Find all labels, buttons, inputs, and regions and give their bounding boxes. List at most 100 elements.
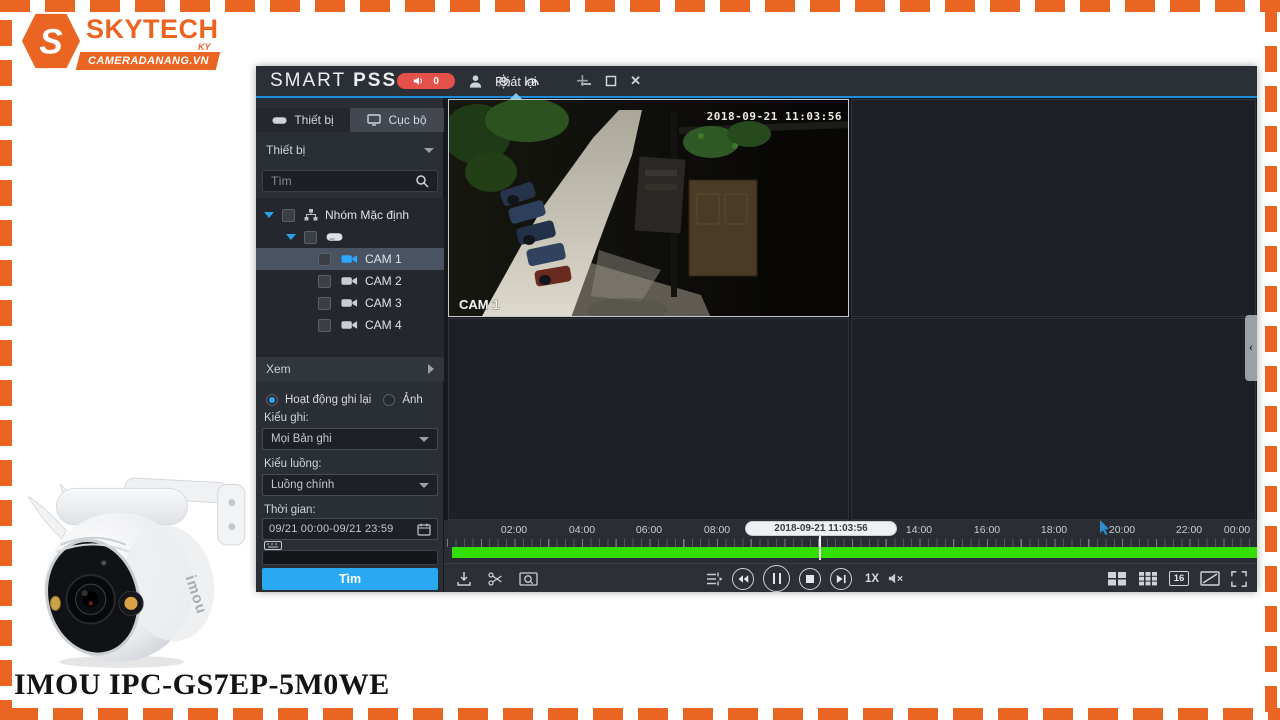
tree-group-row[interactable]: Nhóm Mặc định xyxy=(256,204,444,226)
record-type-select[interactable]: Mọi Bản ghi xyxy=(262,428,438,450)
search-icon[interactable] xyxy=(415,174,429,188)
titlebar: SMART PSS 0 ✕ xyxy=(256,66,1257,98)
search-input[interactable]: Tìm xyxy=(262,170,438,192)
clip-scissors-icon[interactable] xyxy=(487,571,504,587)
timeline-label: 00:00 xyxy=(1223,524,1251,536)
device-icon xyxy=(272,116,287,124)
timeline-recorded-bar[interactable] xyxy=(452,547,1257,558)
zoom-region-icon[interactable] xyxy=(519,571,538,587)
keyboard-icon[interactable] xyxy=(264,541,282,550)
group-icon xyxy=(304,209,318,221)
skytech-hexagon-icon: S xyxy=(21,13,81,69)
chevron-down-icon xyxy=(419,482,429,488)
camera-icon xyxy=(341,299,358,307)
tab-local[interactable]: Cục bộ xyxy=(350,108,444,132)
tree-camera-row[interactable]: CAM 3 xyxy=(256,292,444,314)
radio-record[interactable] xyxy=(266,394,278,406)
camera-bracket-plate xyxy=(217,483,246,546)
checkbox[interactable] xyxy=(282,208,295,222)
page-border-bottom xyxy=(0,708,1280,720)
product-title: IMOU IPC-GS7EP-5M0WE xyxy=(14,668,390,701)
device-tree: Nhóm Mặc định CAM 1 CAM 2 CAM 3 CAM 4 xyxy=(256,198,444,378)
monitor-icon xyxy=(367,114,382,126)
chevron-down-icon xyxy=(419,436,429,442)
camera-icon xyxy=(341,321,358,329)
tab-device[interactable]: Thiết bị xyxy=(256,108,350,132)
video-pane-empty[interactable] xyxy=(448,318,849,520)
time-range-input[interactable]: 09/21 00:00-09/21 23:59 xyxy=(262,518,438,540)
tree-camera-row[interactable]: CAM 1 xyxy=(256,248,444,270)
calendar-icon[interactable] xyxy=(417,523,431,536)
timeline-label: 02:00 xyxy=(500,524,528,536)
skytech-logo: S SKYTECH KY CAMERADANANG.VN xyxy=(20,8,221,78)
video-pane-empty[interactable] xyxy=(851,318,1256,520)
timeline-label: 04:00 xyxy=(568,524,596,536)
stop-button[interactable] xyxy=(799,567,821,590)
chevron-down-icon xyxy=(424,147,434,153)
alarm-count: 0 xyxy=(433,75,439,87)
video-osd-timestamp: 2018-09-21 11:03:56 xyxy=(707,110,842,123)
device-icon xyxy=(326,233,343,241)
checkbox[interactable] xyxy=(318,296,331,310)
tree-camera-row[interactable]: CAM 2 xyxy=(256,270,444,292)
device-select[interactable]: Thiết bị xyxy=(256,138,444,162)
chevron-right-icon xyxy=(428,364,434,374)
timeline-label: 22:00 xyxy=(1175,524,1203,536)
logo-brand: SKYTECH xyxy=(86,14,219,44)
playlist-icon[interactable] xyxy=(706,572,723,586)
timeline-ruler xyxy=(447,539,1255,547)
playback-controls: 1X 16 xyxy=(444,563,1257,592)
checkbox[interactable] xyxy=(318,274,331,288)
rewind-button[interactable] xyxy=(732,567,754,590)
chevron-down-icon[interactable] xyxy=(286,234,296,240)
grid-16-button[interactable]: 16 xyxy=(1169,571,1189,586)
alarm-badge[interactable]: 0 xyxy=(397,73,456,89)
checkbox[interactable] xyxy=(304,230,317,244)
timeline-label: 14:00 xyxy=(905,524,933,536)
step-forward-button[interactable] xyxy=(830,567,852,590)
app-logo: SMART PSS xyxy=(270,70,398,91)
stream-type-label: Kiểu luồng: xyxy=(264,458,322,470)
stream-type-select[interactable]: Luồng chính xyxy=(262,474,438,496)
tree-camera-row[interactable]: CAM 4 xyxy=(256,314,444,336)
main-area: 2018-09-21 11:03:56 CAM 1 ‹ 02:00 04:00 … xyxy=(444,98,1257,592)
maximize-icon[interactable] xyxy=(605,75,617,87)
camera-icon xyxy=(341,277,358,285)
radio-picture[interactable] xyxy=(383,394,396,406)
camera-icon xyxy=(341,255,358,263)
user-icon[interactable] xyxy=(468,74,483,88)
mute-speaker-icon[interactable] xyxy=(888,572,904,585)
add-tab-button[interactable]: + xyxy=(576,68,589,94)
checkbox[interactable] xyxy=(318,252,331,266)
view-section-header[interactable]: Xem xyxy=(256,357,444,381)
chevron-down-icon[interactable] xyxy=(264,212,274,218)
mouse-cursor-icon xyxy=(1100,520,1109,535)
smartpss-window: SMART PSS 0 ✕ Phát lại + 17:21:12 Thiết … xyxy=(256,66,1257,592)
checkbox[interactable] xyxy=(318,318,331,332)
logo-sub: KY xyxy=(198,42,211,52)
playback-speed[interactable]: 1X xyxy=(865,573,879,585)
time-label: Thời gian: xyxy=(264,504,316,516)
panel-collapse-handle[interactable]: ‹ xyxy=(1245,315,1257,381)
tab-active-notch xyxy=(510,93,522,99)
video-camera-label: CAM 1 xyxy=(459,297,499,312)
custom-split-icon[interactable] xyxy=(1200,571,1220,586)
tree-device-row[interactable] xyxy=(256,226,444,248)
download-icon[interactable] xyxy=(456,571,472,587)
page-border-right xyxy=(1265,0,1277,720)
fullscreen-icon[interactable] xyxy=(1231,570,1247,587)
video-pane-empty[interactable] xyxy=(851,99,1256,317)
timeline-label: 08:00 xyxy=(703,524,731,536)
timeline-label: 06:00 xyxy=(635,524,663,536)
pause-button[interactable] xyxy=(763,565,790,592)
grid-4-icon[interactable] xyxy=(1107,571,1127,586)
timeline[interactable]: 02:00 04:00 06:00 08:00 10:00 12:00 14:0… xyxy=(444,520,1257,563)
grid-9-icon[interactable] xyxy=(1138,571,1158,586)
video-pane-cam1[interactable]: 2018-09-21 11:03:56 CAM 1 xyxy=(448,99,849,317)
close-icon[interactable]: ✕ xyxy=(630,73,641,89)
logo-banner: CAMERADANANG.VN xyxy=(75,52,221,70)
search-button[interactable]: Tìm xyxy=(262,568,438,590)
timeline-playhead[interactable] xyxy=(819,533,821,560)
svg-text:S: S xyxy=(39,23,62,62)
filter-radios: Hoạt động ghi lại Ảnh xyxy=(256,390,444,410)
